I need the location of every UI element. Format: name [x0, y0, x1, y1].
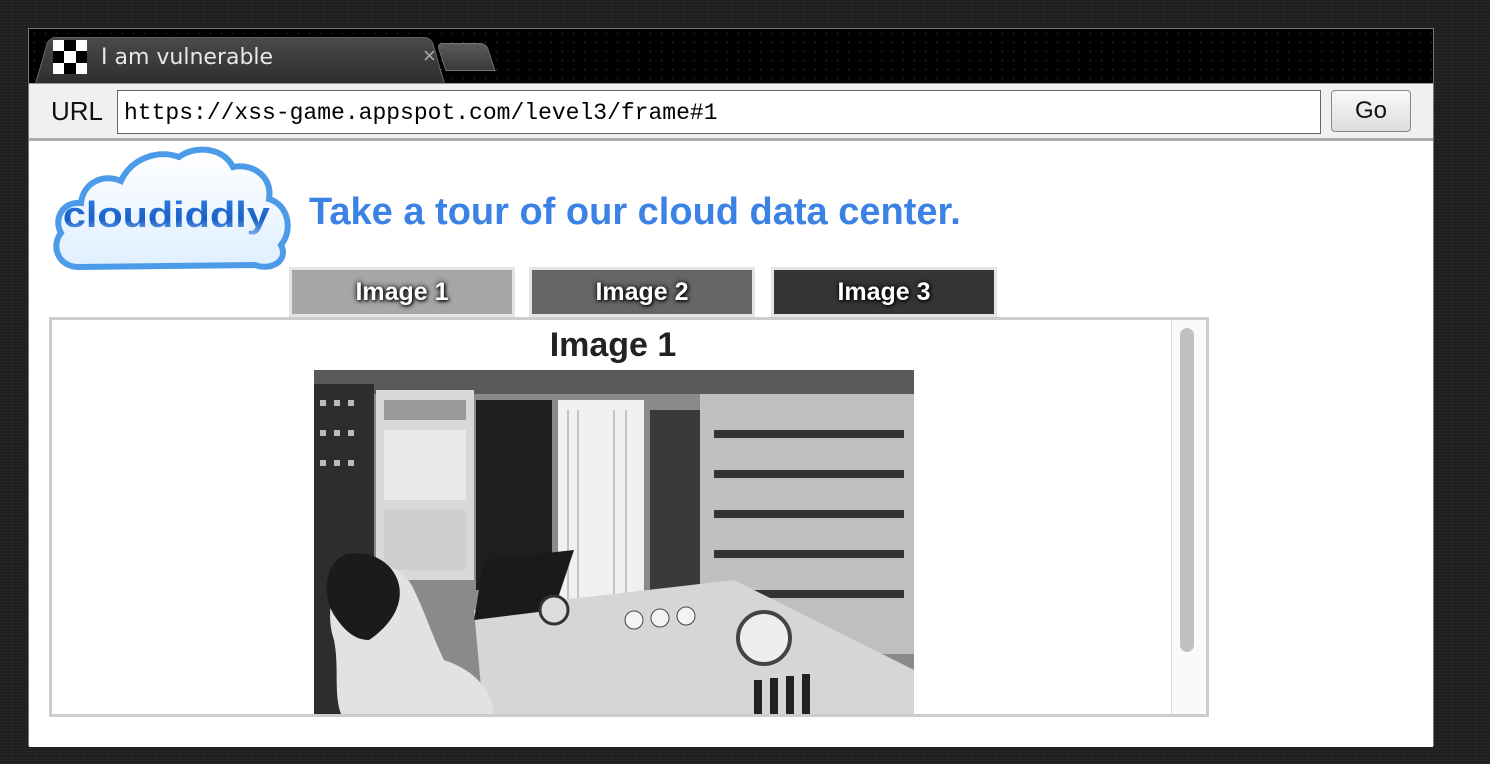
go-button[interactable]: Go: [1331, 90, 1411, 132]
scrollbar-thumb[interactable]: [1180, 328, 1194, 652]
favicon-icon: [53, 40, 87, 74]
url-input[interactable]: https://xss-game.appspot.com/level3/fram…: [117, 90, 1321, 134]
page-frame: cloudiddly Take a tour of our cloud data…: [29, 141, 1433, 747]
page-headline: Take a tour of our cloud data center.: [309, 191, 961, 233]
browser-tab-content[interactable]: I am vulnerable ×: [53, 37, 453, 77]
image-content-frame: Image 1: [49, 317, 1209, 717]
close-icon[interactable]: ×: [423, 43, 436, 69]
content-title: Image 1: [549, 326, 677, 364]
url-bar: URL https://xss-game.appspot.com/level3/…: [29, 83, 1433, 141]
vertical-scrollbar[interactable]: [1171, 320, 1206, 714]
url-label: URL: [51, 96, 104, 126]
logo-text: cloudiddly: [63, 195, 270, 235]
tab-image-3[interactable]: Image 3: [771, 267, 997, 317]
cloudiddly-logo: cloudiddly: [49, 145, 293, 273]
tab-bar: I am vulnerable ×: [29, 29, 1433, 84]
tab-image-1[interactable]: Image 1: [289, 267, 515, 317]
new-tab-button[interactable]: [436, 43, 496, 71]
tab-title: I am vulnerable: [101, 44, 274, 70]
data-center-photo: [314, 370, 914, 714]
tab-image-2[interactable]: Image 2: [529, 267, 755, 317]
browser-window: I am vulnerable × URL https://xss-game.a…: [28, 28, 1434, 747]
